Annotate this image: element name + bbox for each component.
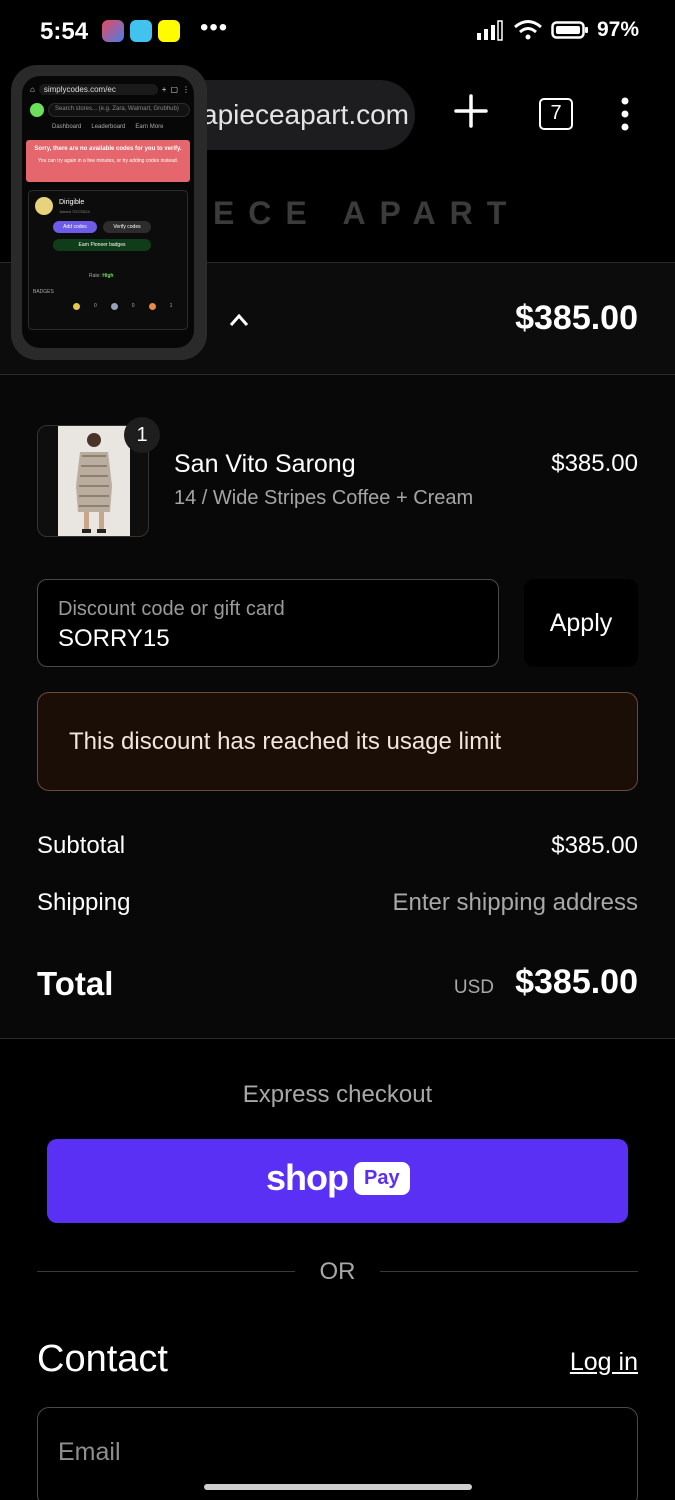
home-indicator[interactable] xyxy=(204,1484,472,1490)
discount-error-message: This discount has reached its usage limi… xyxy=(69,728,502,755)
pip-nav-item: Dashboard xyxy=(52,124,82,130)
total-currency: USD xyxy=(453,977,494,998)
bird-app-icon xyxy=(130,20,152,42)
notification-icons xyxy=(102,20,180,42)
product-name: San Vito Sarong xyxy=(174,450,356,478)
status-bar: 5:54 ••• 97% xyxy=(0,0,675,66)
shipping-value: Enter shipping address xyxy=(392,889,638,916)
pip-home-icon: ⌂ xyxy=(30,84,35,94)
discount-error-banner: This discount has reached its usage limi… xyxy=(37,692,638,791)
shop-pay-button[interactable]: shop Pay xyxy=(47,1139,628,1223)
pip-nav-item: Leaderboard xyxy=(91,124,126,130)
email-placeholder: Email xyxy=(58,1438,121,1466)
url-text: apieceapart.com xyxy=(202,99,410,130)
battery-percent: 97% xyxy=(596,18,639,41)
pip-badges-label: BADGES xyxy=(33,289,54,295)
apply-discount-button[interactable]: Apply xyxy=(524,579,638,667)
shop-pay-logo: shop Pay xyxy=(266,1157,410,1199)
pip-rate-label: Rate: xyxy=(89,273,101,279)
signal-icon xyxy=(476,20,503,41)
log-in-link[interactable]: Log in xyxy=(570,1348,638,1377)
checkout-section: Express checkout shop Pay OR Contact Log… xyxy=(0,1038,675,1500)
discount-field-label: Discount code or gift card xyxy=(58,598,285,620)
pip-earn-badges-button: Earn Pioneer badges xyxy=(53,239,151,251)
more-notifications-icon: ••• xyxy=(200,14,229,41)
battery-icon xyxy=(551,21,588,39)
pip-window[interactable]: ⌂ simplycodes.com/ec + ▢ ⋮ Search stores… xyxy=(11,65,207,360)
pip-search-input: Search stores... (e.g. Zara, Walmart, Gr… xyxy=(48,103,190,117)
pip-verify-codes-button: Verify codes xyxy=(103,221,151,233)
cards-app-icon xyxy=(102,20,124,42)
pip-simplycodes-logo xyxy=(30,103,44,117)
discount-code-input[interactable]: Discount code or gift card SORRY15 xyxy=(37,579,499,667)
more-menu-icon[interactable] xyxy=(617,96,633,132)
pip-badge-icon xyxy=(110,303,118,310)
or-label: OR xyxy=(319,1258,356,1285)
product-price: $385.00 xyxy=(551,450,638,477)
tab-switcher-button[interactable]: 7 xyxy=(539,98,573,130)
pip-badge-count: 0 xyxy=(131,303,135,309)
total-value: $385.00 xyxy=(515,963,638,1001)
pip-url-bar: ⌂ simplycodes.com/ec + ▢ ⋮ xyxy=(30,82,190,96)
pip-profile-card: Dirigible Joined 7/27/2024 Add codes Ver… xyxy=(28,190,188,330)
new-tab-icon[interactable] xyxy=(452,92,490,130)
pip-badge-icon xyxy=(148,303,156,310)
pip-alert-banner: Sorry, there are no available codes for … xyxy=(26,140,190,182)
pip-menu-icon: ⋮ xyxy=(182,84,190,94)
pip-badge-count: 0 xyxy=(94,303,97,309)
pip-search-row: Search stores... (e.g. Zara, Walmart, Gr… xyxy=(30,102,190,118)
contact-heading: Contact xyxy=(37,1338,168,1380)
shop-pay-word: shop xyxy=(266,1157,349,1198)
product-variant: 14 / Wide Stripes Coffee + Cream xyxy=(174,487,474,509)
pip-nav: Dashboard Leaderboard Earn More xyxy=(52,124,192,130)
pip-joined-date: Joined 7/27/2024 xyxy=(59,209,90,214)
order-summary-panel: 1 San Vito Sarong 14 / Wide Stripes Coff… xyxy=(0,375,675,1038)
total-label: Total xyxy=(37,965,114,1002)
pip-avatar xyxy=(35,197,53,215)
pip-alert-subtitle: You can try again in a few minutes, or t… xyxy=(37,158,179,164)
pip-badge-icon xyxy=(73,303,80,310)
status-time: 5:54 xyxy=(40,18,89,45)
pip-nav-item: Earn More xyxy=(135,124,164,130)
pip-rate: Rate: High xyxy=(89,273,113,279)
pip-add-codes-button: Add codes xyxy=(53,221,97,233)
express-checkout-label: Express checkout xyxy=(242,1081,433,1108)
pip-alert-title: Sorry, there are no available codes for … xyxy=(34,146,182,152)
pip-badge-row: 0 0 1 xyxy=(73,303,172,310)
order-summary-total: $385.00 xyxy=(515,299,638,337)
shipping-label: Shipping xyxy=(37,889,131,916)
wifi-icon xyxy=(514,20,542,40)
snapchat-icon xyxy=(158,20,180,42)
subtotal-value: $385.00 xyxy=(551,832,638,859)
shop-pay-badge: Pay xyxy=(354,1161,410,1195)
chevron-up-icon xyxy=(229,313,249,326)
discount-field-value: SORRY15 xyxy=(58,625,170,652)
pip-rate-value: High xyxy=(102,273,114,279)
pip-badge-count: 1 xyxy=(169,303,173,309)
pip-tabs-icon: ▢ xyxy=(170,84,178,94)
pip-plus-icon: + xyxy=(161,84,167,94)
pip-url-text: simplycodes.com/ec xyxy=(38,83,158,95)
pip-username: Dirigible xyxy=(59,199,85,206)
pip-screen: ⌂ simplycodes.com/ec + ▢ ⋮ Search stores… xyxy=(22,76,194,348)
quantity-badge: 1 xyxy=(124,417,160,453)
subtotal-label: Subtotal xyxy=(37,832,126,859)
